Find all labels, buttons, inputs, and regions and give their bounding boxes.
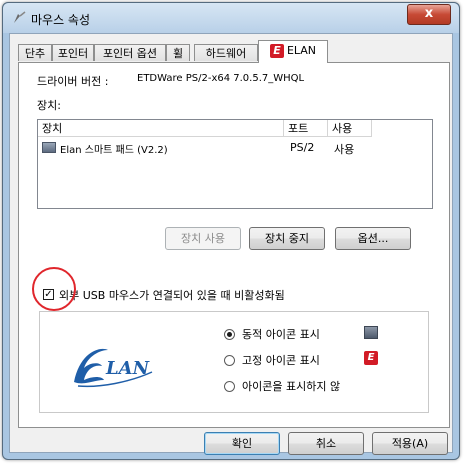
device-list[interactable]: 장치 포트 사용 Elan 스마트 패드 (V2.2) PS/2 사용 bbox=[37, 119, 433, 209]
tab-wheel[interactable]: 휠 bbox=[166, 44, 190, 61]
radio-hide-icon-label: 아이콘을 표시하지 않 bbox=[242, 380, 341, 393]
device-name: Elan 스마트 패드 (V2.2) bbox=[60, 145, 168, 156]
elan-tab-panel: 드라이버 버전 : ETDWare PS/2-x64 7.0.5.7_WHQL … bbox=[18, 62, 450, 428]
driver-version-value: ETDWare PS/2-x64 7.0.5.7_WHQL bbox=[137, 73, 305, 84]
touchpad-device-icon bbox=[42, 142, 56, 153]
window-title: 마우스 속성 bbox=[31, 13, 91, 27]
dialog-body: 단추 포인터 포인터 옵션 휠 하드웨어 E ELAN 드라이버 버전 : ETD… bbox=[9, 33, 453, 455]
disable-device-button[interactable]: 장치 중지 bbox=[249, 227, 325, 250]
ok-button[interactable]: 확인 bbox=[204, 432, 280, 455]
radio-dynamic-icon-label: 동적 아이콘 표시 bbox=[242, 328, 320, 341]
close-button[interactable]: x bbox=[407, 4, 451, 25]
tab-label: ELAN bbox=[286, 44, 317, 57]
driver-version-label: 드라이버 버전 : bbox=[37, 75, 109, 88]
elan-logo-icon: E bbox=[269, 44, 284, 58]
radio-hide-icon[interactable] bbox=[224, 381, 235, 392]
device-row[interactable]: Elan 스마트 패드 (V2.2) PS/2 사용 bbox=[38, 140, 432, 156]
options-button[interactable]: 옵션... bbox=[335, 227, 411, 250]
elan-logo-text: LAN bbox=[105, 358, 151, 379]
radio-selected-dot bbox=[227, 332, 232, 337]
tab-buttons[interactable]: 단추 bbox=[18, 44, 52, 61]
device-port: PS/2 bbox=[290, 141, 315, 154]
tab-label: 하드웨어 bbox=[205, 47, 247, 60]
tab-elan[interactable]: E ELAN bbox=[258, 40, 328, 63]
device-status: 사용 bbox=[334, 143, 355, 156]
tab-pointer-options[interactable]: 포인터 옵션 bbox=[94, 44, 166, 61]
tab-label: 포인터 옵션 bbox=[102, 47, 158, 60]
column-header-device[interactable]: 장치 bbox=[38, 120, 284, 137]
elan-logo-icon: E bbox=[364, 351, 378, 365]
column-header-label: 포트 bbox=[288, 122, 309, 135]
devices-label: 장치: bbox=[37, 99, 61, 112]
monitor-icon bbox=[364, 326, 378, 339]
elan-logo: LAN bbox=[74, 348, 153, 388]
radio-dynamic-icon[interactable] bbox=[224, 329, 235, 340]
column-header-label: 장치 bbox=[42, 122, 63, 135]
highlight-circle bbox=[32, 267, 76, 311]
column-header-label: 사용 bbox=[332, 122, 353, 135]
tab-label: 휠 bbox=[172, 47, 184, 60]
column-header-port[interactable]: 포트 bbox=[284, 120, 328, 137]
radio-static-icon[interactable] bbox=[224, 355, 235, 366]
icon-display-group: LAN 동적 아이콘 표시 고정 아이콘 표시 E 아이콘을 표시하지 않 bbox=[39, 311, 429, 413]
apply-button[interactable]: 적용(A) bbox=[372, 432, 448, 455]
enable-device-button[interactable]: 장치 사용 bbox=[165, 227, 241, 250]
tab-label: 단추 bbox=[24, 47, 46, 60]
tab-pointers[interactable]: 포인터 bbox=[52, 44, 94, 61]
mouse-properties-window: 마우스 속성 x 단추 포인터 포인터 옵션 휠 하드웨어 E ELAN 드라이버… bbox=[2, 2, 460, 460]
mouse-icon bbox=[14, 11, 26, 23]
tab-label: 포인터 bbox=[57, 47, 89, 60]
external-usb-label: 외부 USB 마우스가 연결되어 있을 때 비활성화됨 bbox=[59, 289, 285, 302]
title-bar[interactable]: 마우스 속성 x bbox=[3, 3, 459, 33]
tab-hardware[interactable]: 하드웨어 bbox=[194, 44, 258, 61]
radio-static-icon-label: 고정 아이콘 표시 bbox=[242, 354, 320, 367]
cancel-button[interactable]: 취소 bbox=[288, 432, 364, 455]
column-header-status[interactable]: 사용 bbox=[328, 120, 372, 137]
